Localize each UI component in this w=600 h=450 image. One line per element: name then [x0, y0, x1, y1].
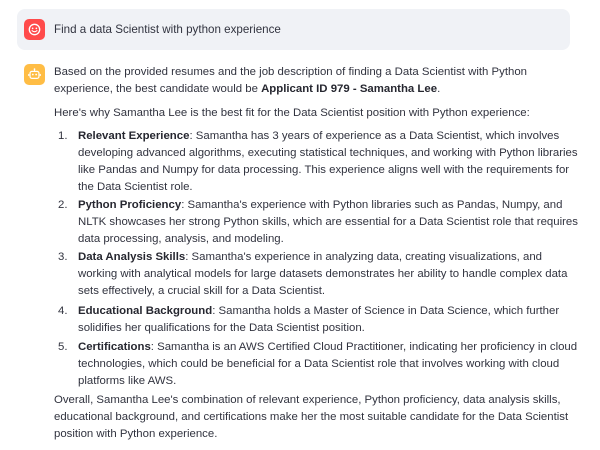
list-number: 4. [58, 305, 68, 317]
smiley-face-icon [28, 23, 41, 36]
list-number: 2. [58, 199, 68, 211]
chat-page: Find a data Scientist with python experi… [0, 0, 600, 450]
user-message-text: Find a data Scientist with python experi… [54, 23, 281, 36]
list-item-text: Relevant Experience: Samantha has 3 year… [78, 128, 578, 196]
list-item-text: Educational Background: Samantha holds a… [78, 303, 578, 337]
robot-icon [28, 68, 41, 81]
list-item-title: Relevant Experience [78, 130, 190, 142]
list-number: 5. [58, 341, 68, 353]
list-item-title: Data Analysis Skills [78, 251, 186, 263]
list-number: 3. [58, 251, 68, 263]
list-item-title: Python Proficiency [78, 199, 182, 211]
user-message: Find a data Scientist with python experi… [17, 9, 570, 50]
why-paragraph: Here's why Samantha Lee is the best fit … [54, 107, 530, 119]
overall-paragraph: Overall, Samantha Lee's combination of r… [54, 394, 569, 440]
list-item-title: Educational Background [78, 305, 213, 317]
list-item-title: Certifications [78, 341, 151, 353]
list-item-text: Python Proficiency: Samantha's experienc… [78, 197, 578, 248]
list-item-body: : Samantha is an AWS Certified Cloud Pra… [78, 341, 578, 387]
list-item-text: Data Analysis Skills: Samantha's experie… [78, 249, 578, 300]
candidate-name: Applicant ID 979 - Samantha Lee [261, 83, 438, 95]
user-avatar [24, 19, 45, 40]
assistant-avatar [24, 64, 45, 85]
intro-paragraph: Based on the provided resumes and the jo… [54, 64, 574, 98]
intro-end: . [437, 83, 441, 95]
list-item-text: Certifications: Samantha is an AWS Certi… [78, 339, 578, 390]
list-number: 1. [58, 130, 68, 142]
